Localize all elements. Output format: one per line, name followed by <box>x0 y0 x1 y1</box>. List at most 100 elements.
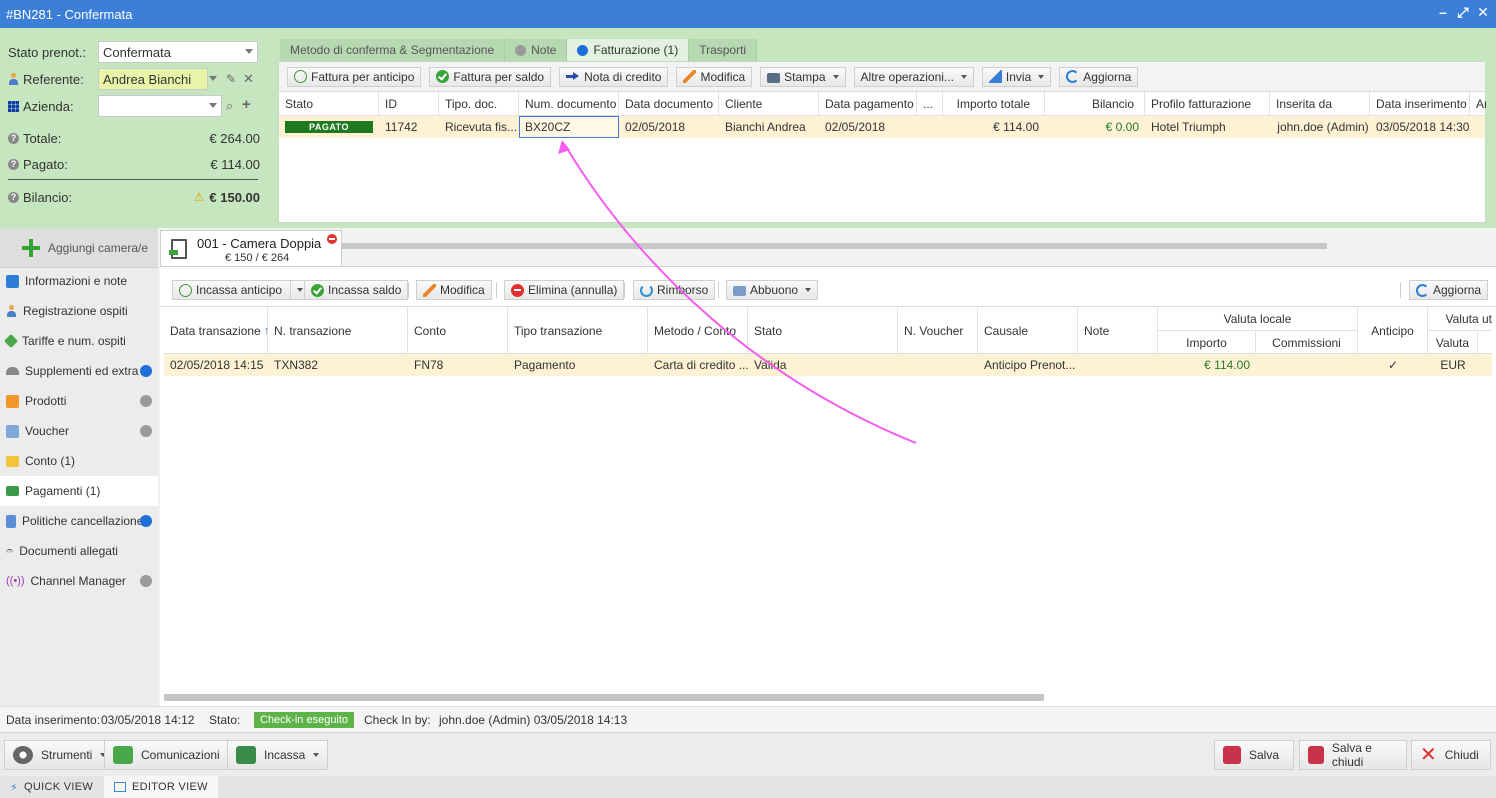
num-documento-editor[interactable]: BX20CZ <box>519 116 619 138</box>
sidebar-item-politiche[interactable]: Politiche cancellazione <box>0 506 158 536</box>
sidebar-item-voucher[interactable]: Voucher <box>0 416 158 446</box>
col-valuta[interactable]: Valuta <box>1428 331 1478 354</box>
rimborso-button[interactable]: Rimborso <box>633 280 716 300</box>
sidebar-item-documenti[interactable]: 𝄐 Documenti allegati <box>0 536 158 566</box>
col-tipo-doc[interactable]: Tipo. doc. <box>439 92 519 116</box>
comunicazioni-button[interactable]: Comunicazioni <box>104 740 243 770</box>
sidebar-item-registrazione[interactable]: Registrazione ospiti <box>0 296 158 326</box>
col-data-transazione[interactable]: Data transazione↑ <box>164 308 268 354</box>
clock-icon <box>179 283 192 297</box>
incassa-button[interactable]: Incassa <box>227 740 329 770</box>
col-n-transazione[interactable]: N. transazione <box>268 308 408 354</box>
save-close-button[interactable]: Salva e chiudi <box>1299 740 1407 770</box>
clock-icon <box>294 70 307 83</box>
col-causale[interactable]: Causale <box>978 308 1078 354</box>
button-label: Abbuono <box>750 283 799 297</box>
strumenti-button[interactable]: Strumenti <box>4 740 116 770</box>
col-cliente[interactable]: Cliente <box>719 92 819 116</box>
close-button[interactable]: ✕ Chiudi <box>1411 740 1491 770</box>
room-tab[interactable]: 001 - Camera Doppia € 150 / € 264 <box>160 230 342 266</box>
altre-operazioni-button[interactable]: Altre operazioni... <box>853 66 974 87</box>
col-bilancio[interactable]: Bilancio <box>1045 92 1145 116</box>
sidebar-item-pagamenti[interactable]: Pagamenti (1) <box>0 476 158 506</box>
nota-credito-button[interactable]: Nota di credito <box>559 66 669 87</box>
modifica-invoice-button[interactable]: Modifica <box>676 66 753 87</box>
col-id[interactable]: ID <box>379 92 439 116</box>
edit-pencil-icon[interactable]: ✎ <box>226 72 236 86</box>
service-bell-icon <box>6 367 19 375</box>
fattura-anticipo-button[interactable]: Fattura per anticipo <box>287 66 422 87</box>
col-stato-transazione[interactable]: Stato <box>748 308 898 354</box>
sidebar-item-supplementi[interactable]: Supplementi ed extra <box>0 356 158 386</box>
col-label: Note <box>1084 324 1110 338</box>
tab-trasporti[interactable]: Trasporti <box>689 39 758 61</box>
status-line: Data inserimento: 03/05/2018 14:12 Stato… <box>0 706 1496 732</box>
person-icon <box>8 73 19 85</box>
search-icon[interactable]: ⌕ <box>226 98 233 114</box>
remove-room-icon[interactable] <box>327 234 337 244</box>
col-num-documento[interactable]: Num. documento <box>519 92 619 116</box>
col-inserita-da[interactable]: Inserita da <box>1270 92 1370 116</box>
col-data-documento[interactable]: Data documento <box>619 92 719 116</box>
sidebar-item-tariffe[interactable]: Tariffe e num. ospiti <box>0 326 158 356</box>
tab-metodo-conferma[interactable]: Metodo di conferma & Segmentazione <box>280 39 506 61</box>
col-importo-totale[interactable]: Importo totale <box>943 92 1045 116</box>
clear-icon[interactable]: ✕ <box>243 71 254 87</box>
incassa-saldo-button[interactable]: Incassa saldo <box>304 280 409 300</box>
tab-editor-view[interactable]: EDITOR VIEW <box>104 776 218 798</box>
cell-conto: FN78 <box>414 358 444 372</box>
horizontal-scrollbar[interactable] <box>279 243 1327 249</box>
sidebar-item-label: Informazioni e note <box>25 274 128 288</box>
col-tipo-transazione[interactable]: Tipo transazione <box>508 308 648 354</box>
button-label: Rimborso <box>657 283 709 297</box>
maximize-icon[interactable]: ⤢ <box>1456 4 1470 21</box>
sidebar-item-conto[interactable]: Conto (1) <box>0 446 158 476</box>
checkin-status-badge: Check-in eseguito <box>254 711 355 728</box>
pencil-icon <box>423 283 436 297</box>
totale-row: ? Totale: € 264.00 <box>8 127 260 149</box>
col-profilo-fatturazione[interactable]: Profilo fatturazione <box>1145 92 1270 116</box>
tab-note[interactable]: Note <box>505 39 568 61</box>
col-more[interactable]: ... <box>917 92 943 116</box>
table-row[interactable]: PAGATO 11742 Ricevuta fis... 02/05/2018 … <box>279 116 1485 138</box>
add-icon[interactable]: + <box>242 96 251 113</box>
tab-quick-view[interactable]: ⚡ QUICK VIEW <box>0 776 103 798</box>
aggiorna-payment-button[interactable]: Aggiorna <box>1409 280 1489 300</box>
incassa-anticipo-button[interactable]: Incassa anticipo <box>172 280 310 300</box>
col-note[interactable]: Note <box>1078 308 1158 354</box>
aggiorna-invoice-button[interactable]: Aggiorna <box>1059 66 1139 87</box>
modifica-payment-button[interactable]: Modifica <box>416 280 492 300</box>
col-an[interactable]: An <box>1470 92 1486 116</box>
close-icon[interactable]: ✕ <box>1476 4 1490 21</box>
table-row[interactable]: 02/05/2018 14:15 TXN382 FN78 Pagamento C… <box>164 354 1492 376</box>
sidebar-item-informazioni[interactable]: Informazioni e note <box>0 266 158 296</box>
add-room-button[interactable]: Aggiungi camera/e <box>0 228 158 268</box>
col-n-voucher[interactable]: N. Voucher <box>898 308 978 354</box>
sidebar-item-prodotti[interactable]: Prodotti <box>0 386 158 416</box>
elimina-button[interactable]: Elimina (annulla) <box>504 280 625 300</box>
stampa-button[interactable]: Stampa <box>760 66 846 87</box>
horizontal-scrollbar[interactable] <box>164 694 1044 701</box>
invia-button[interactable]: Invia <box>981 66 1052 87</box>
col-data-inserimento[interactable]: Data inserimento <box>1370 92 1470 116</box>
fattura-saldo-button[interactable]: Fattura per saldo <box>429 66 552 87</box>
col-commissioni[interactable]: Commissioni <box>1256 331 1358 354</box>
col-conto[interactable]: Conto <box>408 308 508 354</box>
voucher-icon <box>6 424 19 438</box>
col-anticipo[interactable]: Anticipo <box>1358 308 1428 354</box>
abbuono-button[interactable]: Abbuono <box>726 280 819 300</box>
col-data-pagamento[interactable]: Data pagamento <box>819 92 917 116</box>
sidebar-item-channel[interactable]: ((•)) Channel Manager <box>0 566 158 596</box>
save-button[interactable]: Salva <box>1214 740 1294 770</box>
minimize-icon[interactable]: – <box>1436 4 1450 21</box>
referente-field[interactable]: Andrea Bianchi <box>98 68 208 90</box>
tab-fatturazione[interactable]: Fatturazione (1) <box>567 39 690 61</box>
chevron-down-icon[interactable] <box>209 76 217 81</box>
azienda-select[interactable] <box>98 95 222 117</box>
col-metodo-conto[interactable]: Metodo / Conto <box>648 308 748 354</box>
stato-select[interactable]: Confermata <box>98 41 258 63</box>
checkin-by-label: Check In by: <box>364 712 431 727</box>
col-importo[interactable]: Importo <box>1158 331 1256 354</box>
col-stato[interactable]: Stato <box>279 92 379 116</box>
window-controls: – ⤢ ✕ <box>1436 4 1490 21</box>
